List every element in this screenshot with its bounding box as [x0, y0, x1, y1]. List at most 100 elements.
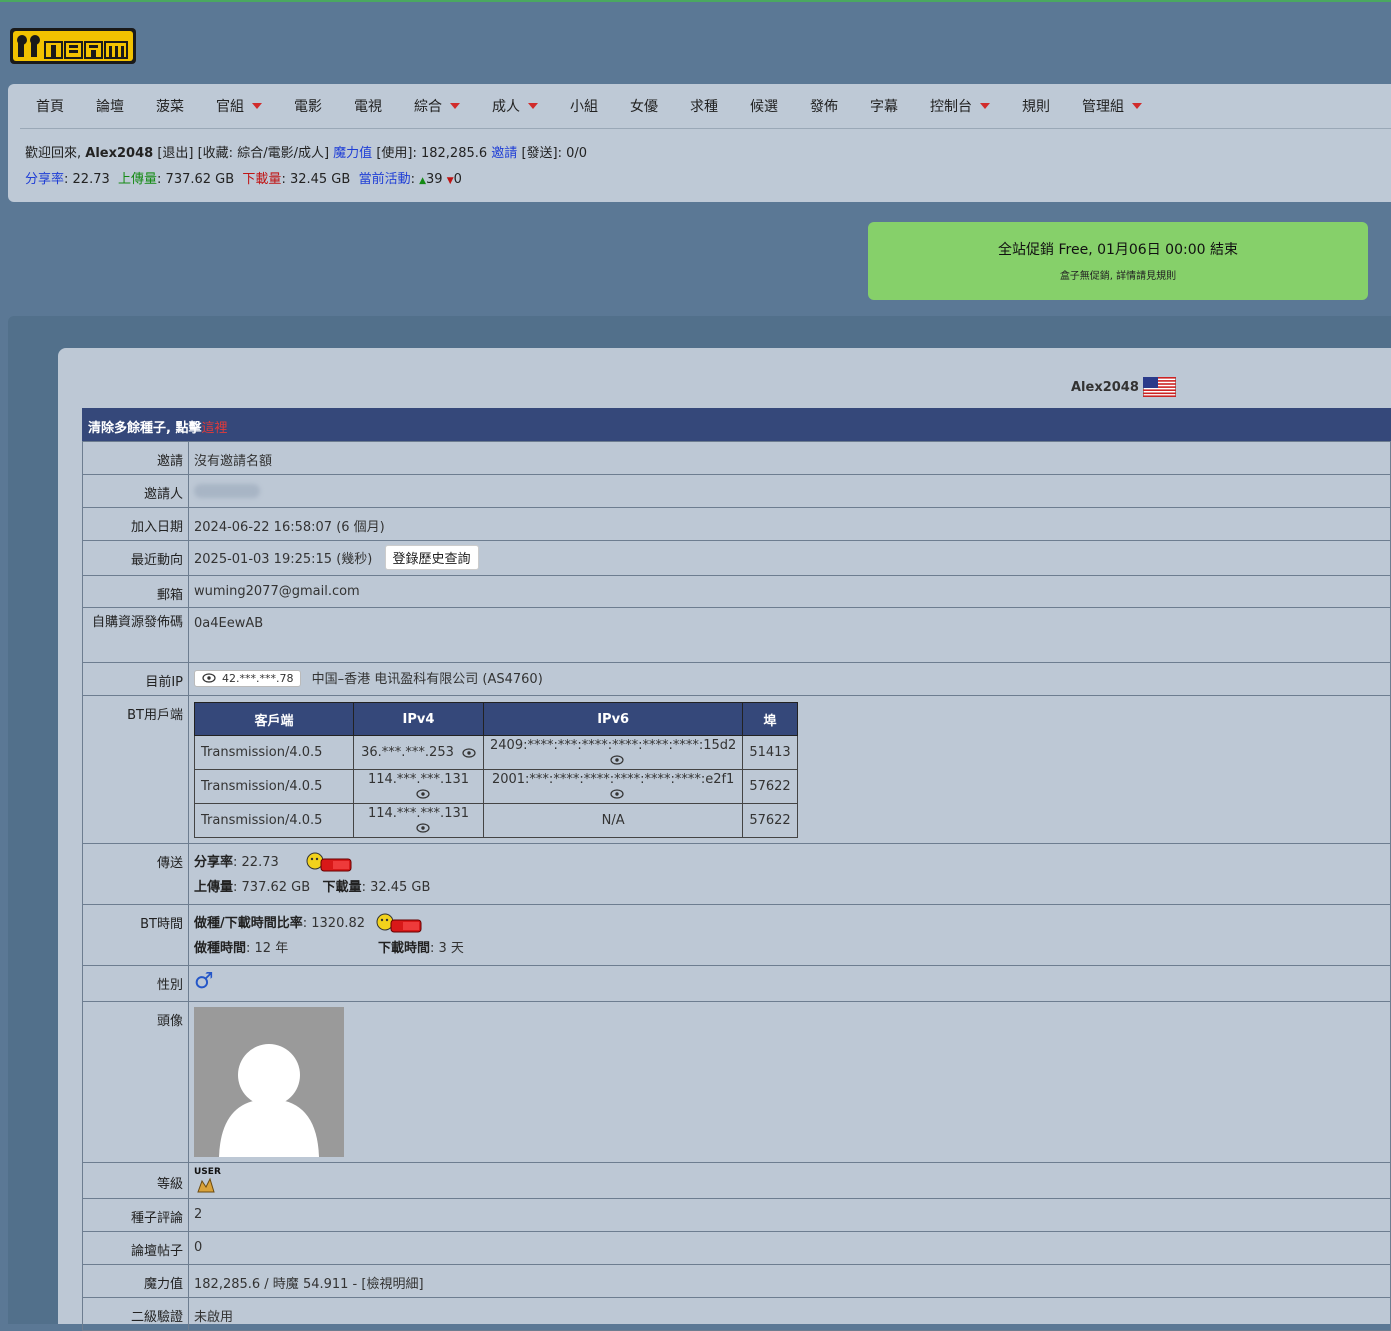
inviter-blurred[interactable]	[194, 483, 260, 498]
row-value[interactable]: 2	[188, 1198, 1391, 1232]
bt-row: Transmission/4.0.5 36.***.***.253 2409:***…	[194, 735, 798, 770]
transfer-down-value: : 32.45 GB	[361, 880, 431, 895]
row-label: 自購資源發佈碼	[82, 607, 189, 663]
row-torrent-comments: 種子評論 2	[82, 1198, 1391, 1232]
row-label: 二級驗證	[82, 1297, 189, 1331]
row-bt-time: BT時間 做種/下載時間比率: 1320.82 做種時間: 12 年 下載時間: …	[82, 904, 1391, 966]
invite-send-link[interactable]: [發送]: 0/0	[521, 146, 587, 161]
magic-use-link[interactable]: [使用]: 182,285.6	[376, 146, 487, 161]
nav-item-14[interactable]: 控制台	[914, 84, 1006, 128]
bt-client-table: 客戶端 IPv4 IPv6 埠 Transmission/4.0.5 36.***…	[194, 702, 798, 838]
row-rank: 等級 USER	[82, 1162, 1391, 1199]
row-joined: 加入日期 2024-06-22 16:58:07 (6 個月)	[82, 507, 1391, 541]
nav-item-label: 字幕	[870, 99, 898, 115]
row-label: BT用戶端	[82, 695, 189, 844]
login-history-button[interactable]: 登錄歷史查詢	[384, 545, 479, 570]
chevron-down-icon	[450, 103, 460, 109]
nav-item-label: 控制台	[930, 99, 972, 115]
nav-item-0[interactable]: 首頁	[20, 84, 80, 128]
site-logo[interactable]	[9, 26, 137, 66]
bt-ipv6: 2001:***:****:****:****:****:****:e2f1	[482, 769, 744, 804]
bt-ipv6-text: N/A	[601, 813, 625, 828]
seeding-arrow-icon: ▲	[419, 176, 427, 186]
nav-item-2[interactable]: 菠菜	[140, 84, 200, 128]
row-label: 等級	[82, 1162, 189, 1199]
eye-icon[interactable]	[610, 789, 624, 799]
welcome-text: 歡迎回來,	[25, 146, 86, 161]
magic-link[interactable]: 魔力值	[333, 146, 372, 161]
bt-ipv4: 114.***.***.131	[353, 803, 484, 838]
leeching-count[interactable]: 0	[454, 172, 462, 187]
bt-ipv4: 114.***.***.131	[353, 769, 484, 804]
leeching-arrow-icon: ▼	[446, 176, 454, 186]
nav-item-4[interactable]: 電影	[278, 84, 338, 128]
th-ipv4: IPv4	[353, 702, 484, 736]
eye-icon[interactable]	[415, 823, 430, 833]
row-value[interactable]: 0	[188, 1231, 1391, 1265]
userbar-line-1: 歡迎回來, Alex2048 [退出] [收藏: 綜合/電影/成人] 魔力值 […	[25, 142, 587, 161]
chevron-down-icon	[1132, 103, 1142, 109]
smiley-icon	[376, 913, 422, 932]
favorites-link[interactable]: [收藏: 綜合/電影/成人]	[198, 146, 329, 161]
row-magic: 魔力值 182,285.6 / 時魔 54.911 - [檢視明細]	[82, 1264, 1391, 1298]
ip-reveal-button[interactable]: 42.***.***.78	[194, 669, 302, 687]
nav-item-label: 菠菜	[156, 99, 184, 115]
promo-subtitle[interactable]: 盒子無促銷, 詳情請見規則	[868, 267, 1368, 282]
nav-item-label: 綜合	[414, 99, 442, 115]
row-invite: 邀請 沒有邀請名額	[82, 441, 1391, 475]
nav-item-8[interactable]: 小組	[554, 84, 614, 128]
male-icon: ♂	[194, 969, 214, 994]
row-label: 目前IP	[82, 662, 189, 696]
row-avatar: 頭像	[82, 1001, 1391, 1163]
nav-item-label: 成人	[492, 99, 520, 115]
bt-client-text: Transmission/4.0.5	[201, 745, 323, 760]
nav-item-3[interactable]: 官組	[200, 84, 278, 128]
chevron-down-icon	[528, 103, 538, 109]
nav-item-15[interactable]: 規則	[1006, 84, 1066, 128]
row-value: 未啟用	[188, 1297, 1391, 1331]
invite-link[interactable]: 邀請	[491, 146, 517, 161]
row-bt-client: BT用戶端 客戶端 IPv4 IPv6 埠 Transmission/4.0.5…	[82, 695, 1391, 844]
avatar	[194, 1007, 344, 1157]
row-label: 魔力值	[82, 1264, 189, 1298]
eye-icon[interactable]	[462, 747, 476, 758]
bt-port: 51413	[742, 735, 798, 770]
bt-ipv6: 2409:****:***:****:****:****:****:15d2	[482, 735, 744, 770]
nav-item-label: 論壇	[96, 99, 124, 115]
nav-item-label: 候選	[750, 99, 778, 115]
ratio-value: : 22.73	[64, 172, 110, 187]
row-label: 頭像	[82, 1001, 189, 1163]
top-accent-line	[0, 0, 1391, 2]
bt-ipv4-text: 114.***.***.131	[367, 805, 470, 821]
bttime-ratio-label: 做種/下載時間比率	[194, 916, 303, 931]
row-value[interactable]: 182,285.6 / 時魔 54.911 - [檢視明細]	[188, 1264, 1391, 1298]
row-gender: 性別 ♂	[82, 965, 1391, 1002]
nav-item-10[interactable]: 求種	[674, 84, 734, 128]
bt-port: 57622	[742, 769, 798, 804]
nav-item-11[interactable]: 候選	[734, 84, 794, 128]
nav-item-7[interactable]: 成人	[476, 84, 554, 128]
seeding-count[interactable]: 39	[426, 172, 443, 187]
nav-item-5[interactable]: 電視	[338, 84, 398, 128]
eye-icon[interactable]	[610, 755, 624, 765]
bt-port-text: 57622	[749, 813, 791, 828]
nav-item-label: 求種	[690, 99, 718, 115]
logout-link[interactable]: [退出]	[157, 146, 193, 161]
promo-title: 全站促銷 Free, 01月06日 00:00 結束	[998, 242, 1238, 258]
nav-item-13[interactable]: 字幕	[854, 84, 914, 128]
nav-item-9[interactable]: 女優	[614, 84, 674, 128]
nav-item-1[interactable]: 論壇	[80, 84, 140, 128]
bt-ipv4-text: 36.***.***.253	[361, 745, 454, 760]
row-label: 邀請	[82, 441, 189, 475]
username-link[interactable]: Alex2048	[85, 146, 153, 161]
nav-item-12[interactable]: 發佈	[794, 84, 854, 128]
row-last-action: 最近動向 2025-01-03 19:25:15 (幾秒) 登錄歷史查詢	[82, 540, 1391, 576]
upload-value: : 737.62 GB	[157, 172, 235, 187]
eye-icon[interactable]	[415, 789, 430, 799]
banner-here-link[interactable]: 這裡	[201, 421, 227, 436]
transfer-up-value: : 737.62 GB	[233, 880, 311, 895]
bt-row: Transmission/4.0.5 114.***.***.131 N/A 5762…	[194, 803, 798, 838]
th-client: 客戶端	[194, 702, 354, 736]
nav-item-16[interactable]: 管理組	[1066, 84, 1158, 128]
nav-item-6[interactable]: 綜合	[398, 84, 476, 128]
